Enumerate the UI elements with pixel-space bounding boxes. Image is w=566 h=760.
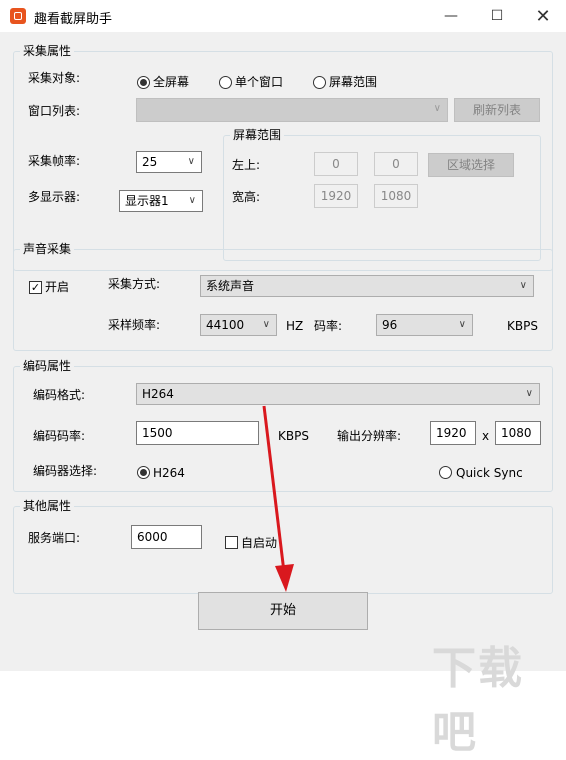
client-area: 采集属性 采集对象: 全屏幕 单个窗口 屏幕范围 窗口列表: ∨ 刷新列表 屏幕… [0, 32, 566, 758]
radio-encoder-quicksync[interactable] [439, 466, 452, 479]
samplerate-value: 44100 [206, 318, 245, 332]
other-group-label: 其他属性 [20, 498, 75, 514]
monitor-value: 显示器1 [125, 194, 169, 208]
radio-encoder-h264-label: H264 [153, 466, 185, 480]
framerate-value: 25 [142, 155, 158, 169]
autostart-checkbox[interactable] [225, 536, 238, 549]
chevron-down-icon: ∨ [187, 156, 195, 167]
radio-fullscreen[interactable] [137, 76, 150, 89]
radio-encoder-h264[interactable] [137, 466, 150, 479]
window-list-select[interactable]: ∨ [136, 98, 448, 122]
resolution-height-input[interactable]: 1080 [495, 421, 541, 445]
window-title: 趣看截屏助手 [34, 12, 113, 27]
minimize-icon[interactable]: — [428, 0, 474, 32]
encode-format-value: H264 [142, 387, 174, 401]
encode-kbps-unit: KBPS [278, 429, 309, 443]
audio-group-label: 声音采集 [20, 241, 75, 257]
chevron-down-icon: ∨ [433, 103, 441, 114]
radio-fullscreen-label: 全屏幕 [153, 75, 190, 89]
audio-method-value: 系统声音 [206, 279, 255, 293]
maximize-icon[interactable]: ☐ [474, 0, 520, 32]
refresh-list-button[interactable]: 刷新列表 [454, 98, 540, 122]
encode-format-label: 编码格式: [33, 388, 86, 402]
watermark-text: 下载吧 [432, 643, 524, 758]
autostart-label: 自启动 [241, 536, 278, 550]
start-button[interactable]: 开始 [198, 592, 368, 630]
radio-single-window[interactable] [219, 76, 232, 89]
region-topleft-label: 左上: [232, 158, 261, 172]
resolution-width-input[interactable]: 1920 [430, 421, 476, 445]
chevron-down-icon: ∨ [525, 388, 533, 399]
title-bar: 趣看截屏助手 — ☐ ✕ [0, 0, 566, 32]
region-size-label: 宽高: [232, 190, 261, 204]
close-icon[interactable]: ✕ [520, 0, 566, 32]
port-input[interactable]: 6000 [131, 525, 202, 549]
samplerate-label: 采样频率: [108, 318, 161, 332]
region-y-input[interactable]: 0 [374, 152, 418, 176]
radio-encoder-quicksync-label: Quick Sync [456, 466, 523, 480]
capture-target-label: 采集对象: [28, 71, 81, 85]
encode-bitrate-input[interactable]: 1500 [136, 421, 259, 445]
encode-bitrate-label: 编码码率: [33, 429, 86, 443]
window-list-label: 窗口列表: [28, 104, 81, 118]
encode-group-label: 编码属性 [20, 358, 75, 374]
audio-method-select[interactable]: 系统声音 ∨ [200, 275, 534, 297]
framerate-label: 采集帧率: [28, 154, 81, 168]
resolution-x-separator: x [482, 429, 490, 443]
audio-enable-checkbox[interactable]: ✓ [29, 281, 42, 294]
region-select-button[interactable]: 区域选择 [428, 153, 514, 177]
audio-bitrate-value: 96 [382, 318, 398, 332]
resolution-label: 输出分辨率: [337, 429, 402, 443]
app-logo-icon [10, 8, 26, 24]
radio-screen-region[interactable] [313, 76, 326, 89]
region-width-input[interactable]: 1920 [314, 184, 358, 208]
chevron-down-icon: ∨ [458, 319, 466, 330]
region-group-label: 屏幕范围 [230, 127, 285, 143]
region-x-input[interactable]: 0 [314, 152, 358, 176]
port-label: 服务端口: [28, 531, 81, 545]
watermark-logo: 下载吧 [432, 632, 566, 760]
audio-method-label: 采集方式: [108, 277, 161, 291]
audio-bitrate-select[interactable]: 96 ∨ [376, 314, 473, 336]
capture-group-label: 采集属性 [20, 43, 75, 59]
audio-enable-label: 开启 [45, 280, 70, 294]
encode-format-select[interactable]: H264 ∨ [136, 383, 540, 405]
samplerate-select[interactable]: 44100 ∨ [200, 314, 277, 336]
audio-bitrate-label: 码率: [314, 319, 343, 333]
radio-screen-region-label: 屏幕范围 [329, 75, 378, 89]
chevron-down-icon: ∨ [262, 319, 270, 330]
monitor-select[interactable]: 显示器1 ∨ [119, 190, 203, 212]
monitor-label: 多显示器: [28, 190, 81, 204]
chevron-down-icon: ∨ [519, 280, 527, 291]
region-height-input[interactable]: 1080 [374, 184, 418, 208]
hz-unit: HZ [286, 319, 304, 333]
radio-single-window-label: 单个窗口 [235, 75, 284, 89]
framerate-select[interactable]: 25 ∨ [136, 151, 202, 173]
chevron-down-icon: ∨ [188, 195, 196, 206]
audio-kbps-unit: KBPS [507, 319, 538, 333]
encoder-label: 编码器选择: [33, 464, 98, 478]
other-group: 其他属性 [13, 498, 553, 594]
